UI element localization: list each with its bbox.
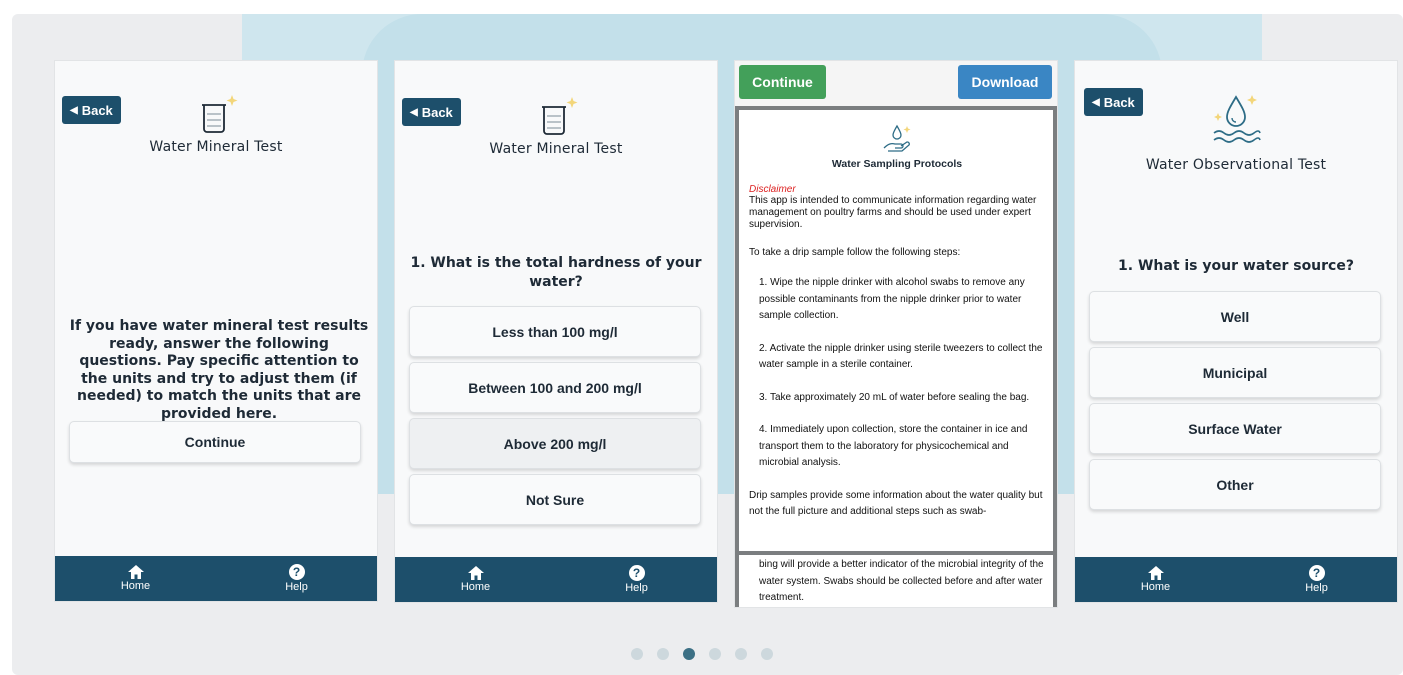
back-arrow-icon: ◀ (410, 106, 418, 118)
tab-home[interactable]: Home (1075, 557, 1236, 602)
carousel-dot[interactable] (760, 648, 773, 660)
tab-home[interactable]: Home (395, 557, 556, 602)
tab-bar: Home ? Help (55, 556, 377, 601)
tab-bar: Home ? Help (395, 557, 717, 602)
help-icon: ? (1308, 565, 1325, 581)
step-item: 2. Activate the nipple drinker using ste… (759, 342, 1043, 371)
back-arrow-icon: ◀ (1092, 96, 1100, 108)
home-icon (127, 565, 144, 579)
option-button[interactable]: Municipal (1089, 347, 1381, 398)
step-item: 4. Immediately upon collection, store th… (759, 424, 1028, 468)
screen-mineral-question: ◀ Back Water Mineral Test 1. What is the… (395, 61, 717, 602)
step-item: 1. Wipe the nipple drinker with alcohol … (759, 277, 1025, 321)
option-button[interactable]: Between 100 and 200 mg/l (409, 362, 701, 413)
tab-help-label: Help (1305, 582, 1328, 594)
option-button[interactable]: Above 200 mg/l (409, 418, 701, 469)
step-item: 3. Take approximately 20 mL of water bef… (759, 391, 1030, 403)
tab-home-label: Home (1140, 581, 1171, 593)
screen-mineral-intro: ◀ Back Water Mineral Test If you have wa… (55, 61, 377, 601)
option-button[interactable]: Less than 100 mg/l (409, 306, 701, 357)
page-title: Water Observational Test (1145, 157, 1327, 173)
carousel-pagination (0, 648, 1403, 660)
back-button[interactable]: ◀ Back (1084, 88, 1143, 116)
home-icon (1147, 566, 1164, 580)
screen-sampling-protocols: Continue Download Water Sampling Protoco… (735, 61, 1057, 607)
carousel-dot[interactable] (630, 648, 643, 660)
back-button[interactable]: ◀ Back (62, 96, 121, 124)
carousel-dot[interactable] (708, 648, 721, 660)
carousel-dot[interactable] (656, 648, 669, 660)
home-icon (467, 566, 484, 580)
carousel-stage: ◀ Back Water Mineral Test If you have wa… (12, 14, 1403, 675)
back-label: Back (81, 102, 113, 118)
back-label: Back (421, 104, 453, 120)
tab-help-label: Help (625, 582, 648, 594)
document-continuation: bing will provide a better indicator of … (735, 555, 1057, 607)
page-title: Water Mineral Test (149, 139, 283, 155)
beaker-icon (202, 95, 238, 133)
tab-help[interactable]: ? Help (216, 556, 377, 601)
help-icon: ? (288, 564, 305, 580)
tab-home-label: Home (460, 581, 491, 593)
intro-text: If you have water mineral test results r… (69, 318, 369, 422)
download-button[interactable]: Download (958, 65, 1052, 99)
help-icon: ? (628, 565, 645, 581)
document-viewer[interactable]: Water Sampling Protocols Disclaimer This… (735, 106, 1057, 555)
tab-bar: Home ? Help (1075, 557, 1397, 602)
page-title: Water Mineral Test (489, 141, 623, 157)
continue-button[interactable]: Continue (739, 65, 826, 99)
tab-help[interactable]: ? Help (556, 557, 717, 602)
carousel-dot[interactable] (734, 648, 747, 660)
tab-help[interactable]: ? Help (1236, 557, 1397, 602)
option-button[interactable]: Other (1089, 459, 1381, 510)
steps-intro: To take a drip sample follow the followi… (749, 247, 961, 258)
tab-home[interactable]: Home (55, 556, 216, 601)
tab-home-label: Home (120, 580, 151, 592)
back-arrow-icon: ◀ (70, 104, 78, 116)
screen-observational-question: ◀ Back Water Observational Test 1. What … (1075, 61, 1397, 602)
continue-button[interactable]: Continue (69, 421, 361, 463)
back-button[interactable]: ◀ Back (402, 98, 461, 126)
option-button[interactable]: Well (1089, 291, 1381, 342)
back-label: Back (1103, 94, 1135, 110)
disclaimer-text: This app is intended to communicate info… (749, 195, 1037, 230)
question-text: 1. What is the total hardness of your wa… (410, 255, 702, 290)
document-title: Water Sampling Protocols (831, 158, 963, 170)
disclaimer-label: Disclaimer (749, 184, 796, 195)
option-button[interactable]: Surface Water (1089, 403, 1381, 454)
water-drop-waves-icon (1213, 95, 1261, 143)
option-button[interactable]: Not Sure (409, 474, 701, 525)
closing-text: Drip samples provide some information ab… (749, 489, 1043, 518)
question-text: 1. What is your water source? (1118, 258, 1354, 274)
beaker-icon (542, 97, 578, 135)
tab-help-label: Help (285, 581, 308, 593)
carousel-dot[interactable] (682, 648, 695, 660)
